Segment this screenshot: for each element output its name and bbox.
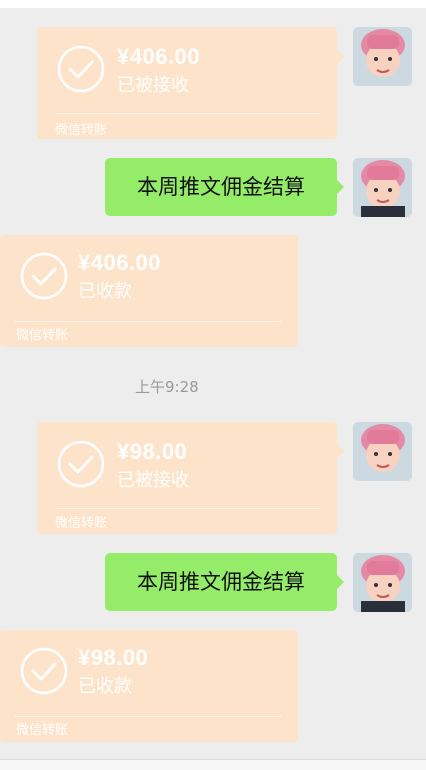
- bubble-tail: [337, 575, 344, 589]
- input-bar-edge: [0, 759, 426, 770]
- transfer-card-received[interactable]: ¥98.00 已收款 微信转账: [0, 630, 298, 742]
- transfer-amount: ¥406.00: [117, 44, 201, 69]
- avatar[interactable]: [353, 158, 412, 217]
- check-circle-icon: [20, 647, 68, 695]
- bubble-tail: [337, 444, 344, 458]
- transfer-amount: ¥98.00: [117, 439, 188, 464]
- transfer-divider: [14, 716, 282, 717]
- check-circle-icon: [20, 252, 68, 300]
- transfer-label: 微信转账: [16, 328, 69, 343]
- transfer-amount: ¥406.00: [78, 250, 162, 275]
- transfer-label: 微信转账: [55, 516, 108, 531]
- transfer-amount: ¥98.00: [78, 645, 149, 670]
- bubble-tail: [337, 180, 344, 194]
- transfer-divider: [55, 113, 321, 114]
- transfer-status: 已被接收: [117, 470, 189, 491]
- transfer-label: 微信转账: [16, 723, 69, 738]
- transfer-card-sent[interactable]: ¥98.00 已被接收 微信转账: [37, 422, 337, 534]
- transfer-status: 已被接收: [117, 75, 189, 96]
- transfer-label: 微信转账: [55, 123, 108, 138]
- transfer-status: 已收款: [78, 281, 132, 302]
- top-bar-strip: [0, 0, 426, 8]
- avatar[interactable]: [353, 27, 412, 86]
- bubble-tail: [337, 50, 344, 64]
- check-circle-icon: [57, 440, 105, 488]
- check-circle-icon: [57, 45, 105, 93]
- transfer-divider: [55, 508, 321, 509]
- avatar[interactable]: [353, 422, 412, 481]
- transfer-card-sent[interactable]: ¥406.00 已被接收 微信转账: [37, 27, 337, 139]
- message-timestamp: 上午9:28: [135, 378, 199, 396]
- avatar[interactable]: [353, 553, 412, 612]
- text-message-sent[interactable]: 本周推文佣金结算: [105, 553, 337, 611]
- transfer-divider: [14, 321, 282, 322]
- transfer-card-received[interactable]: ¥406.00 已收款 微信转账: [0, 235, 298, 347]
- text-message-sent[interactable]: 本周推文佣金结算: [105, 158, 337, 216]
- transfer-status: 已收款: [78, 676, 132, 697]
